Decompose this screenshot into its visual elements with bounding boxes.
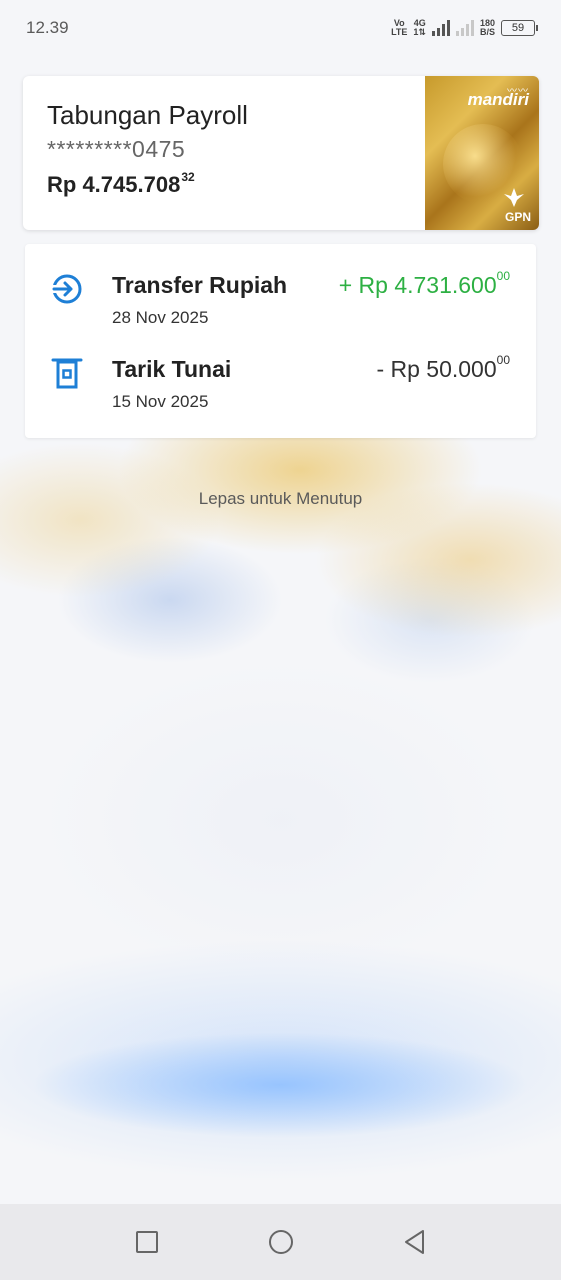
transfer-in-icon bbox=[51, 274, 82, 304]
signal-strength-icon bbox=[431, 20, 450, 36]
status-icons: Vo LTE 4G 1⇅ 180 B/S 59 bbox=[391, 18, 538, 37]
signal-strength-sim2-icon bbox=[455, 20, 474, 36]
transaction-title: Tarik Tunai bbox=[112, 356, 232, 382]
gpn-garuda-icon bbox=[504, 188, 524, 207]
transaction-row[interactable]: Tarik Tunai 15 Nov 2025 - Rp 50.00000 bbox=[25, 350, 536, 430]
home-button[interactable] bbox=[267, 1228, 295, 1256]
transaction-amount: - Rp 50.00000 bbox=[376, 353, 510, 382]
transaction-date: 15 Nov 2025 bbox=[112, 392, 209, 411]
triangle-back-icon bbox=[404, 1230, 424, 1254]
network-type-icon: 4G 1⇅ bbox=[413, 18, 426, 37]
debit-card-image: 〰〰 mandiri GPN bbox=[425, 76, 539, 230]
transaction-row[interactable]: Transfer Rupiah 28 Nov 2025 + Rp 4.731.6… bbox=[25, 266, 536, 346]
release-to-close-hint: Lepas untuk Menutup bbox=[198, 489, 363, 508]
system-navigation-bar bbox=[0, 1204, 561, 1280]
account-number: *********0475 bbox=[47, 136, 186, 162]
status-bar: 12.39 Vo LTE 4G 1⇅ 180 B/S 59 bbox=[0, 0, 561, 56]
recents-button[interactable] bbox=[133, 1228, 161, 1256]
transaction-amount: + Rp 4.731.60000 bbox=[338, 269, 510, 298]
transaction-title: Transfer Rupiah bbox=[112, 272, 288, 298]
network-speed: 180 B/S bbox=[479, 18, 495, 37]
battery-icon: 59 bbox=[501, 20, 538, 36]
square-icon bbox=[135, 1231, 158, 1253]
account-card[interactable]: Tabungan Payroll *********0475 Rp 4.745.… bbox=[23, 76, 539, 230]
transaction-date: 28 Nov 2025 bbox=[112, 308, 209, 327]
recent-transactions: Transfer Rupiah 28 Nov 2025 + Rp 4.731.6… bbox=[25, 244, 536, 438]
atm-withdrawal-icon bbox=[51, 358, 83, 389]
account-balance: Rp 4.745.70832 bbox=[47, 170, 195, 197]
circle-icon bbox=[268, 1230, 293, 1254]
volte-icon: Vo LTE bbox=[391, 18, 408, 37]
clock: 12.39 bbox=[26, 18, 69, 37]
back-button[interactable] bbox=[401, 1228, 429, 1256]
gpn-logo: GPN bbox=[504, 210, 531, 224]
mandiri-logo: mandiri bbox=[467, 90, 529, 109]
account-name: Tabungan Payroll bbox=[47, 100, 248, 130]
